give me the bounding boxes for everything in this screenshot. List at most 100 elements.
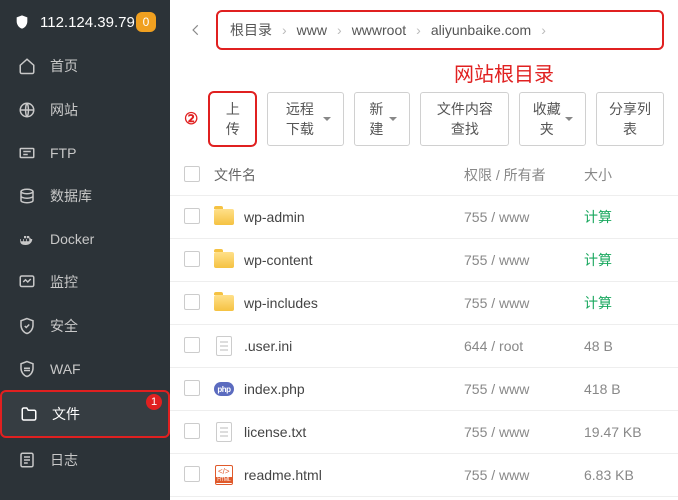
breadcrumb-row: 根目录 › www › wwwroot › aliyunbaike.com ›	[170, 0, 678, 60]
annotation-badge-1: 1	[146, 394, 162, 410]
log-icon	[18, 451, 36, 469]
sidebar-item-database[interactable]: 数据库	[0, 174, 170, 218]
folder-icon	[214, 209, 234, 225]
breadcrumb-item[interactable]: aliyunbaike.com	[427, 20, 535, 40]
sidebar-item-label: 监控	[50, 272, 78, 292]
file-perm: 755 / www	[464, 424, 584, 440]
sidebar-item-label: 文件	[52, 404, 80, 424]
sidebar-header: 112.124.39.79 0	[0, 0, 170, 44]
file-size: 48 B	[584, 338, 664, 354]
sidebar-item-waf[interactable]: WAF	[0, 348, 170, 390]
file-size[interactable]: 计算	[584, 293, 664, 313]
breadcrumb-item[interactable]: wwwroot	[348, 20, 410, 40]
table-row[interactable]: wp-admin755 / www计算	[170, 196, 678, 239]
folder-icon	[214, 252, 234, 268]
file-content-search-button[interactable]: 文件内容查找	[420, 92, 509, 146]
sidebar-item-logs[interactable]: 日志	[0, 438, 170, 482]
favorites-button[interactable]: 收藏夹	[519, 92, 586, 146]
waf-icon	[18, 360, 36, 378]
sidebar-item-label: 首页	[50, 56, 78, 76]
nav-back-button[interactable]	[184, 18, 208, 42]
file-perm: 755 / www	[464, 252, 584, 268]
monitor-icon	[18, 273, 36, 291]
file-size: 19.47 KB	[584, 424, 664, 440]
table-row[interactable]: .user.ini 644 / root48 B	[170, 325, 678, 368]
notification-badge[interactable]: 0	[136, 12, 156, 32]
folder-icon	[214, 295, 234, 311]
sidebar: 112.124.39.79 0 首页 网站 FTP 数据库 Docker 监控 …	[0, 0, 170, 500]
file-name: index.php	[244, 381, 305, 397]
row-checkbox[interactable]	[184, 380, 200, 396]
sidebar-item-files[interactable]: 文件 1	[0, 390, 170, 438]
row-checkbox[interactable]	[184, 251, 200, 267]
file-table: 文件名 权限 / 所有者 大小 wp-admin755 / www计算wp-co…	[170, 155, 678, 500]
file-size[interactable]: 计算	[584, 207, 664, 227]
share-list-button[interactable]: 分享列表	[596, 92, 664, 146]
sidebar-item-ftp[interactable]: FTP	[0, 132, 170, 174]
row-checkbox[interactable]	[184, 466, 200, 482]
breadcrumb: 根目录 › www › wwwroot › aliyunbaike.com ›	[216, 10, 664, 50]
sidebar-item-label: 安全	[50, 316, 78, 336]
annotation-text: 网站根目录	[330, 58, 678, 87]
table-row[interactable]: license.txt 755 / www19.47 KB	[170, 411, 678, 454]
table-header: 文件名 权限 / 所有者 大小	[170, 155, 678, 196]
file-icon	[216, 336, 232, 356]
sidebar-item-home[interactable]: 首页	[0, 44, 170, 88]
column-header-size[interactable]: 大小	[584, 165, 664, 185]
file-perm: 644 / root	[464, 338, 584, 354]
sidebar-item-label: 数据库	[50, 186, 92, 206]
breadcrumb-item[interactable]: 根目录	[226, 18, 276, 42]
file-perm: 755 / www	[464, 467, 584, 483]
column-header-name[interactable]: 文件名	[214, 165, 464, 185]
file-name: license.txt	[244, 424, 306, 440]
remote-download-button[interactable]: 远程下载	[267, 92, 344, 146]
home-icon	[18, 57, 36, 75]
new-button[interactable]: 新建	[354, 92, 410, 146]
toolbar: ② 上传 远程下载 新建 文件内容查找 收藏夹 分享列表	[170, 87, 678, 155]
shield-icon	[14, 13, 30, 31]
chevron-right-icon: ›	[280, 22, 289, 38]
file-size: 418 B	[584, 381, 664, 397]
sidebar-item-label: Docker	[50, 231, 94, 247]
main-panel: 根目录 › www › wwwroot › aliyunbaike.com › …	[170, 0, 678, 500]
database-icon	[18, 187, 36, 205]
chevron-right-icon: ›	[335, 22, 344, 38]
row-checkbox[interactable]	[184, 294, 200, 310]
sidebar-item-docker[interactable]: Docker	[0, 218, 170, 260]
sidebar-item-label: 网站	[50, 100, 78, 120]
file-name: wp-includes	[244, 295, 318, 311]
column-header-perm[interactable]: 权限 / 所有者	[464, 165, 584, 185]
row-checkbox[interactable]	[184, 337, 200, 353]
sidebar-item-label: WAF	[50, 361, 81, 377]
table-row[interactable]: wp-content 755 / www计算	[170, 239, 678, 282]
sidebar-item-monitor[interactable]: 监控	[0, 260, 170, 304]
file-perm: 755 / www	[464, 381, 584, 397]
file-name: wp-content	[244, 252, 312, 268]
breadcrumb-item[interactable]: www	[293, 20, 331, 40]
table-row[interactable]: php index.php 755 / www418 B	[170, 368, 678, 411]
sidebar-item-security[interactable]: 安全	[0, 304, 170, 348]
select-all-checkbox[interactable]	[184, 166, 200, 182]
file-perm: 755 / www	[464, 295, 584, 311]
file-size: 6.83 KB	[584, 467, 664, 483]
sidebar-item-label: 日志	[50, 450, 78, 470]
file-size[interactable]: 计算	[584, 250, 664, 270]
folder-icon	[20, 405, 38, 423]
annotation-step-2: ②	[184, 109, 198, 129]
php-icon: php	[214, 382, 234, 396]
server-ip: 112.124.39.79	[40, 14, 136, 31]
file-name: wp-admin	[244, 209, 305, 225]
file-icon	[216, 422, 232, 442]
row-checkbox[interactable]	[184, 208, 200, 224]
file-name: readme.html	[244, 467, 322, 483]
sidebar-item-website[interactable]: 网站	[0, 88, 170, 132]
row-checkbox[interactable]	[184, 423, 200, 439]
table-row[interactable]: readme.html 755 / www6.83 KB	[170, 454, 678, 497]
html-icon	[215, 465, 233, 485]
file-name: .user.ini	[244, 338, 292, 354]
upload-button[interactable]: 上传	[208, 91, 257, 147]
table-row[interactable]: wp-includes 755 / www计算	[170, 282, 678, 325]
shield-check-icon	[18, 317, 36, 335]
sidebar-item-label: FTP	[50, 145, 76, 161]
ftp-icon	[18, 144, 36, 162]
